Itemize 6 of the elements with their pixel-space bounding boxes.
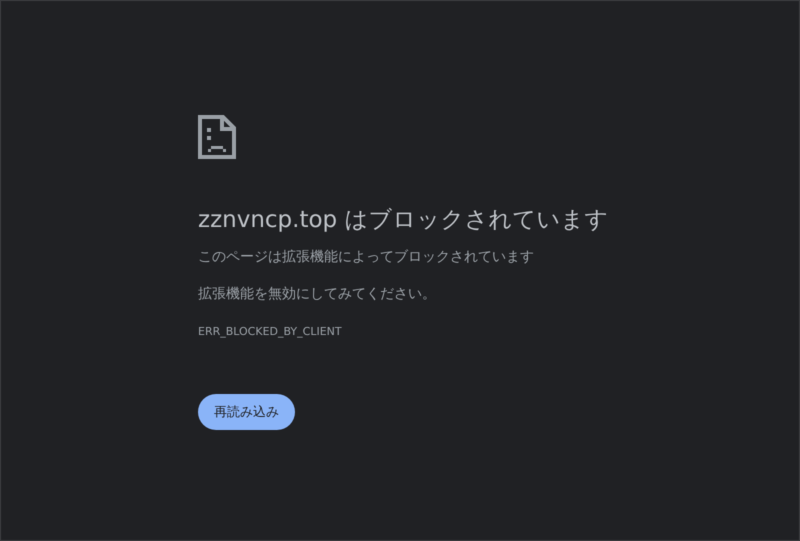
error-code: ERR_BLOCKED_BY_CLIENT bbox=[198, 324, 342, 340]
error-heading: zznvncp.top はブロックされています bbox=[198, 206, 608, 235]
error-message: このページは拡張機能によってブロックされています bbox=[198, 248, 534, 267]
sad-document-icon bbox=[198, 115, 236, 159]
reload-button[interactable]: 再読み込み bbox=[198, 394, 295, 430]
suggestion-text: 拡張機能を無効にしてみてください。 bbox=[198, 285, 436, 304]
